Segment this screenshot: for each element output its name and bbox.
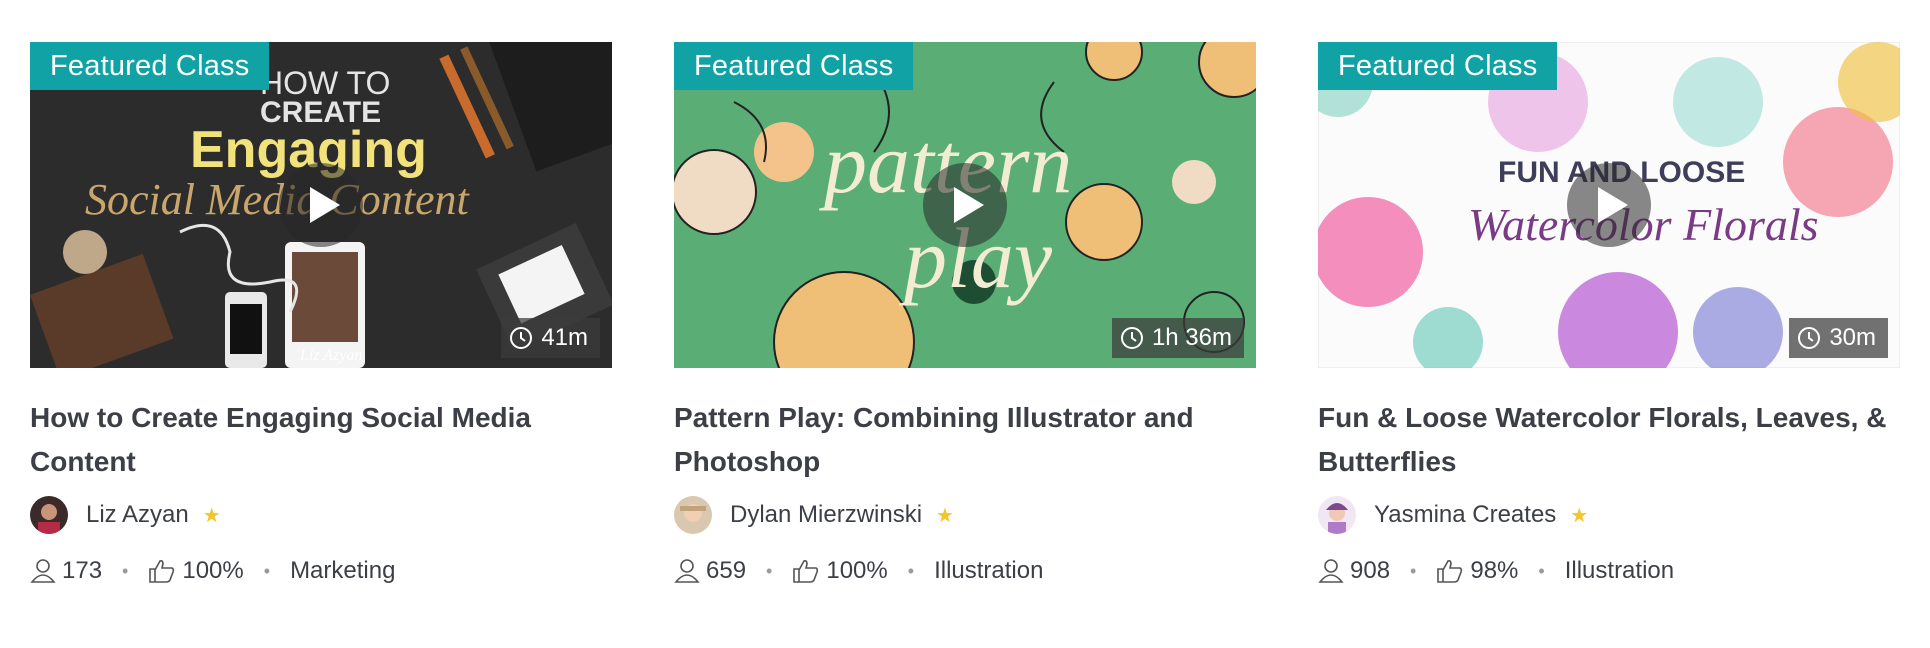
clock-icon: [1798, 327, 1821, 349]
rating: 100%: [148, 557, 244, 585]
duration-text: 1h 36m: [1151, 324, 1232, 351]
class-stats: 659 • 100% • Illustration: [674, 554, 1256, 588]
duration-text: 41m: [541, 324, 588, 351]
play-button[interactable]: [923, 163, 1007, 247]
duration-label: 41m: [501, 318, 600, 358]
play-icon: [1598, 187, 1628, 223]
class-title[interactable]: Fun & Loose Watercolor Florals, Leaves, …: [1318, 396, 1900, 484]
class-title[interactable]: Pattern Play: Combining Illustrator and …: [674, 396, 1256, 484]
play-icon: [310, 187, 340, 223]
separator-dot: •: [1410, 560, 1417, 581]
thumbs-up-icon: [793, 560, 819, 583]
class-title-line: Butterflies: [1318, 446, 1457, 477]
category-link[interactable]: Illustration: [934, 557, 1043, 585]
separator-dot: •: [263, 560, 271, 581]
play-icon: [954, 187, 984, 223]
duration-label: 30m: [1789, 318, 1888, 358]
featured-badge: Featured Class: [30, 42, 270, 90]
rating: 98%: [1436, 557, 1518, 585]
student-count-value: 908: [1350, 557, 1391, 584]
separator-dot: •: [122, 560, 129, 581]
separator-dot: •: [766, 560, 773, 581]
class-card-grid: HOW TO CREATE Engaging Social Media Cont…: [30, 42, 1900, 588]
teacher-name[interactable]: Liz Azyan: [86, 501, 189, 529]
thumbs-up-icon: [1437, 560, 1463, 583]
class-card[interactable]: HOW TO CREATE Engaging Social Media Cont…: [30, 42, 612, 588]
category-link[interactable]: Marketing: [290, 557, 395, 585]
teacher-name[interactable]: Yasmina Creates: [1374, 501, 1556, 529]
rating: 100%: [792, 557, 888, 585]
teacher-row: Liz Azyan ★: [30, 492, 612, 538]
star-icon: ★: [936, 504, 954, 527]
class-stats: 908 • 98% • Illustration: [1318, 554, 1900, 588]
separator-dot: •: [907, 560, 915, 581]
art-caption: Liz Azyan: [299, 347, 362, 364]
featured-badge: Featured Class: [674, 42, 914, 90]
class-title-line: Content: [30, 446, 136, 477]
student-count-value: 659: [706, 557, 747, 584]
category-link[interactable]: Illustration: [1565, 557, 1674, 585]
avatar[interactable]: [1318, 496, 1356, 534]
teacher-name[interactable]: Dylan Mierzwinski: [730, 501, 922, 529]
student-count: 908: [1318, 557, 1390, 585]
student-count: 173: [30, 557, 102, 585]
separator-dot: •: [1538, 560, 1545, 581]
class-title[interactable]: How to Create Engaging Social Media Cont…: [30, 396, 612, 484]
student-count-value: 173: [62, 557, 103, 584]
class-card[interactable]: pattern play Featured Class 1h 36m Patte…: [674, 42, 1256, 588]
class-thumbnail[interactable]: FUN AND LOOSE Watercolor Florals Feature…: [1318, 42, 1900, 368]
class-title-line: Pattern Play: Combining Illustrator and: [674, 402, 1194, 433]
class-title-line: Fun & Loose Watercolor Florals, Leaves, …: [1318, 402, 1887, 433]
star-icon: ★: [1570, 504, 1589, 527]
class-title-line: How to Create Engaging Social Media: [30, 402, 531, 433]
duration-label: 1h 36m: [1111, 318, 1244, 358]
rating-value: 100%: [182, 557, 244, 584]
teacher-row: Dylan Mierzwinski ★: [674, 492, 1256, 538]
duration-text: 30m: [1829, 324, 1876, 351]
user-icon: [30, 559, 56, 583]
class-stats: 173 • 100% • Marketing: [30, 554, 612, 588]
student-count: 659: [674, 557, 746, 585]
clock-icon: [1120, 327, 1143, 349]
play-button[interactable]: [279, 163, 363, 247]
rating-value: 100%: [826, 557, 888, 584]
user-icon: [1318, 559, 1344, 583]
teacher-row: Yasmina Creates ★: [1318, 492, 1900, 538]
class-thumbnail[interactable]: pattern play Featured Class 1h 36m: [674, 42, 1256, 368]
rating-value: 98%: [1470, 557, 1519, 584]
class-title-line: Photoshop: [674, 446, 821, 477]
class-card[interactable]: FUN AND LOOSE Watercolor Florals Feature…: [1318, 42, 1900, 588]
play-button[interactable]: [1567, 163, 1651, 247]
featured-badge: Featured Class: [1318, 42, 1558, 90]
star-icon: ★: [202, 504, 221, 527]
class-thumbnail[interactable]: HOW TO CREATE Engaging Social Media Cont…: [30, 42, 612, 368]
avatar[interactable]: [674, 496, 712, 534]
clock-icon: [510, 327, 533, 349]
thumbs-up-icon: [149, 560, 175, 583]
art-line4: Social Media Content: [85, 175, 470, 224]
user-icon: [674, 559, 700, 583]
avatar[interactable]: [30, 496, 68, 534]
